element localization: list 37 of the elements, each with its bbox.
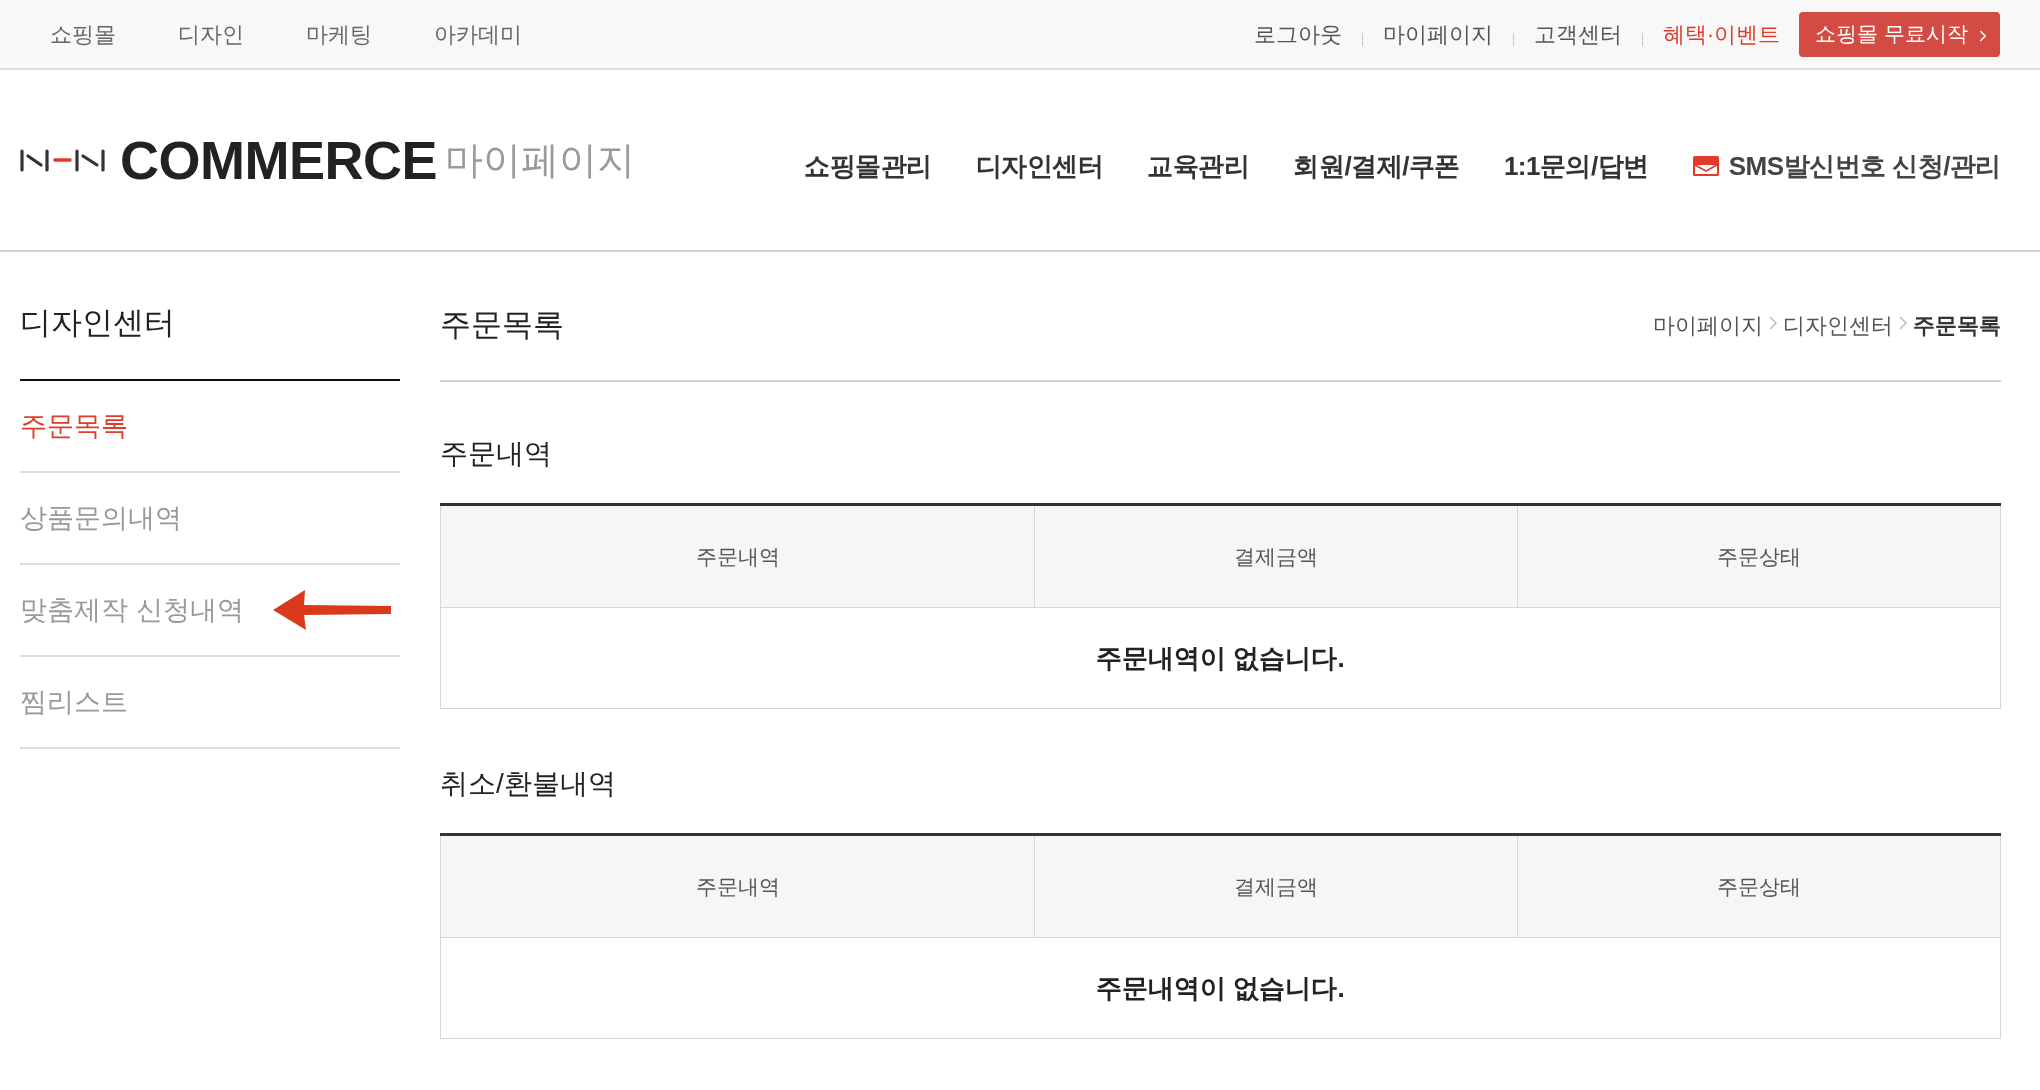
top-link[interactable]: 디자인 bbox=[178, 17, 244, 51]
section-heading: 주문내역 bbox=[440, 437, 553, 471]
breadcrumb-link[interactable]: 마이페이지 bbox=[1653, 308, 1763, 342]
breadcrumb-link[interactable]: 디자인센터 bbox=[1783, 308, 1893, 342]
top-link[interactable]: 아카데미 bbox=[434, 17, 522, 51]
breadcrumb-current[interactable]: 주문목록 bbox=[1913, 308, 2001, 342]
table-header-cell: 주문내역 bbox=[440, 504, 1035, 608]
logo-text: COMMERCE bbox=[120, 133, 437, 187]
table-header-cell: 결제금액 bbox=[1034, 504, 1518, 608]
table-header-cell: 결제금액 bbox=[1034, 834, 1518, 938]
logo-mark-icon bbox=[20, 148, 106, 172]
top-link[interactable]: 마케팅 bbox=[306, 17, 372, 51]
nav-link[interactable]: 1:1문의/답변 bbox=[1503, 146, 1649, 186]
top-link[interactable]: 혜택·이벤트 bbox=[1662, 17, 1781, 51]
chevron-right-icon bbox=[1899, 316, 1907, 330]
cta-button[interactable]: 쇼핑몰 무료시작 bbox=[1799, 11, 2000, 57]
top-link[interactable]: 쇼핑몰 bbox=[50, 17, 116, 51]
table-header-cell: 주문내역 bbox=[440, 834, 1035, 938]
table-header-cell: 주문상태 bbox=[1517, 834, 2001, 938]
table-cell: 주문내역이 없습니다. bbox=[440, 607, 2001, 709]
chevron-right-icon bbox=[1769, 316, 1777, 330]
nav-link[interactable]: 교육관리 bbox=[1147, 146, 1250, 186]
top-link[interactable]: 마이페이지 bbox=[1382, 17, 1493, 51]
top-link[interactable]: 로그아웃 bbox=[1253, 17, 1342, 51]
page-title: 주문목록 bbox=[440, 307, 564, 343]
table-cell: 주문내역이 없습니다. bbox=[440, 937, 2001, 1039]
nav-link[interactable]: 회원/결제/쿠폰 bbox=[1293, 146, 1460, 186]
sidebar-title: 디자인센터 bbox=[20, 305, 176, 341]
nav-link[interactable]: 쇼핑몰관리 bbox=[804, 146, 932, 186]
top-link[interactable]: 고객센터 bbox=[1533, 17, 1622, 51]
logo-subtitle: 마이페이지 bbox=[445, 141, 635, 179]
nav-link[interactable]: SMS발신번호 신청/관리 bbox=[1728, 146, 2001, 186]
section-heading: 취소/환불내역 bbox=[440, 767, 617, 801]
envelope-icon bbox=[1692, 156, 1719, 176]
sidebar-item[interactable]: 주문목록 bbox=[20, 405, 128, 447]
nav-link[interactable]: 디자인센터 bbox=[975, 146, 1104, 186]
table-header-cell: 주문상태 bbox=[1517, 504, 2001, 608]
